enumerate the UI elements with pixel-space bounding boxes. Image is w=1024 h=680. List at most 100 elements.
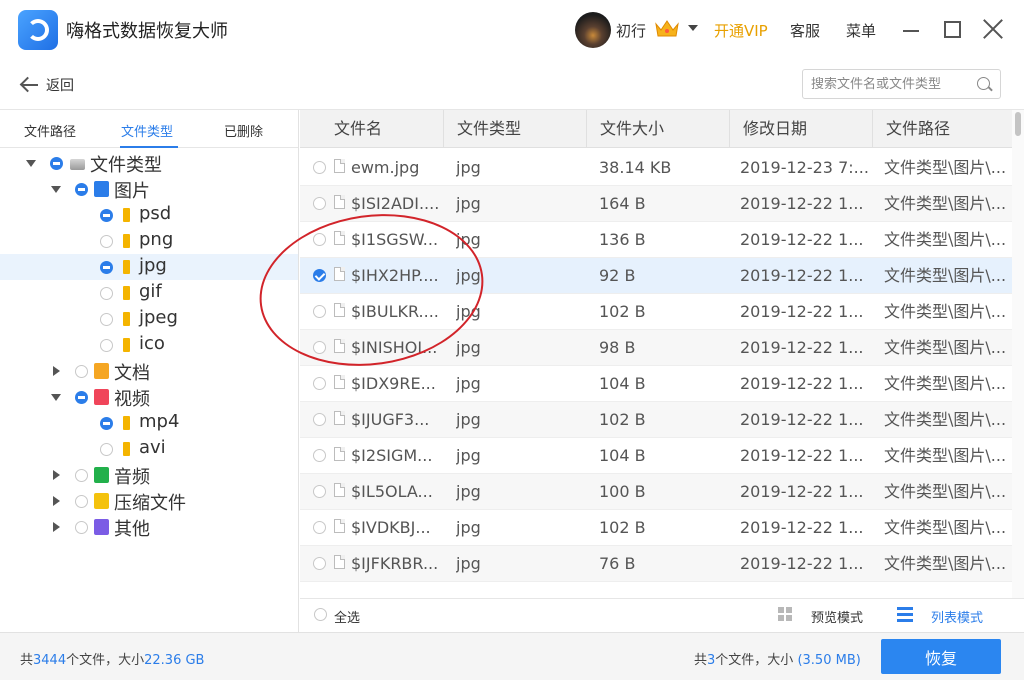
- maximize-icon[interactable]: [944, 21, 961, 38]
- row-checkbox[interactable]: [313, 233, 326, 246]
- tree-item[interactable]: 其他: [0, 514, 298, 540]
- recover-button[interactable]: 恢复: [881, 639, 1001, 674]
- tree-checkbox[interactable]: [75, 469, 88, 482]
- expand-right-icon[interactable]: [53, 522, 60, 532]
- select-all-radio[interactable]: [314, 608, 327, 621]
- tree-checkbox[interactable]: [100, 261, 113, 274]
- table-row[interactable]: $IBULKR.... jpg 102 B 2019-12-22 1... 文件类型\图…: [300, 294, 1012, 330]
- cell-name: $I1SGSW...: [351, 230, 439, 249]
- back-button[interactable]: 返回: [20, 74, 74, 96]
- tree-item[interactable]: gif: [0, 280, 298, 306]
- row-checkbox[interactable]: [313, 269, 326, 282]
- menu-link[interactable]: 菜单: [846, 20, 876, 41]
- tree-checkbox[interactable]: [100, 417, 113, 430]
- table-row[interactable]: ewm.jpg jpg 38.14 KB 2019-12-23 7:... 文件类型\图…: [300, 150, 1012, 186]
- preview-mode-button[interactable]: 预览模式: [811, 607, 863, 626]
- row-checkbox[interactable]: [313, 161, 326, 174]
- cell-path: 文件类型\图片\...: [884, 158, 1007, 177]
- expand-down-icon[interactable]: [51, 186, 61, 193]
- select-all-label[interactable]: 全选: [334, 607, 360, 626]
- tree-checkbox[interactable]: [50, 157, 63, 170]
- search-box[interactable]: [802, 69, 1001, 99]
- column-header-type[interactable]: 文件类型: [443, 110, 586, 148]
- expand-right-icon[interactable]: [53, 366, 60, 376]
- table-row[interactable]: $IHX2HP.... jpg 92 B 2019-12-22 1... 文件类型\图片…: [300, 258, 1012, 294]
- list-mode-button[interactable]: 列表模式: [931, 607, 983, 626]
- row-checkbox[interactable]: [313, 377, 326, 390]
- column-header-date[interactable]: 修改日期: [729, 110, 872, 148]
- tree-item[interactable]: psd: [0, 202, 298, 228]
- cell-size: 104 B: [599, 446, 646, 465]
- archive-icon: [94, 493, 109, 509]
- tree-item[interactable]: ico: [0, 332, 298, 358]
- tree-item[interactable]: mp4: [0, 410, 298, 436]
- tree-checkbox[interactable]: [100, 443, 113, 456]
- scrollbar-thumb[interactable]: [1015, 112, 1021, 136]
- tree-checkbox[interactable]: [75, 183, 88, 196]
- tree-checkbox[interactable]: [100, 235, 113, 248]
- table-row[interactable]: $I2SIGM... jpg 104 B 2019-12-22 1... 文件类型\图片…: [300, 438, 1012, 474]
- tree-item[interactable]: png: [0, 228, 298, 254]
- tree-item[interactable]: avi: [0, 436, 298, 462]
- row-checkbox[interactable]: [313, 413, 326, 426]
- table-row[interactable]: $I1SGSW... jpg 136 B 2019-12-22 1... 文件类型\图片…: [300, 222, 1012, 258]
- cell-date: 2019-12-22 1...: [740, 266, 864, 285]
- row-checkbox[interactable]: [313, 197, 326, 210]
- tree-item[interactable]: 文件类型: [0, 150, 298, 176]
- tree-checkbox[interactable]: [75, 521, 88, 534]
- tree-item[interactable]: 文档: [0, 358, 298, 384]
- table-row[interactable]: $IL5OLA... jpg 100 B 2019-12-22 1... 文件类型\图片…: [300, 474, 1012, 510]
- file-icon: [334, 267, 345, 281]
- search-icon[interactable]: [977, 77, 990, 90]
- file-icon: [334, 375, 345, 389]
- tab-file-type[interactable]: 文件类型: [121, 121, 173, 140]
- table-row[interactable]: $IJUGF3... jpg 102 B 2019-12-22 1... 文件类型\图片…: [300, 402, 1012, 438]
- row-checkbox[interactable]: [313, 449, 326, 462]
- row-checkbox[interactable]: [313, 485, 326, 498]
- grid-view-icon[interactable]: [778, 607, 793, 622]
- close-icon[interactable]: [982, 18, 1004, 40]
- tree-checkbox[interactable]: [100, 313, 113, 326]
- column-header-name[interactable]: 文件名: [300, 110, 443, 148]
- tree-checkbox[interactable]: [100, 209, 113, 222]
- minimize-icon[interactable]: [903, 30, 919, 32]
- tree-checkbox[interactable]: [75, 495, 88, 508]
- row-checkbox[interactable]: [313, 557, 326, 570]
- tree-checkbox[interactable]: [75, 391, 88, 404]
- nav-bar: 返回: [0, 60, 1024, 110]
- tree-item[interactable]: 音频: [0, 462, 298, 488]
- tree-item[interactable]: 图片: [0, 176, 298, 202]
- tree-item[interactable]: jpeg: [0, 306, 298, 332]
- tree-item[interactable]: jpg: [0, 254, 298, 280]
- tree-item[interactable]: 视频: [0, 384, 298, 410]
- username[interactable]: 初行: [616, 20, 646, 41]
- table-row[interactable]: $IDX9RE... jpg 104 B 2019-12-22 1... 文件类型\图片…: [300, 366, 1012, 402]
- chevron-down-icon[interactable]: [688, 25, 698, 31]
- service-link[interactable]: 客服: [790, 20, 820, 41]
- tree-checkbox[interactable]: [100, 287, 113, 300]
- table-row[interactable]: $ISI2ADI.... jpg 164 B 2019-12-22 1... 文件类型\…: [300, 186, 1012, 222]
- expand-right-icon[interactable]: [53, 470, 60, 480]
- row-checkbox[interactable]: [313, 305, 326, 318]
- search-input[interactable]: [811, 76, 979, 92]
- user-avatar[interactable]: [575, 12, 611, 48]
- tree-checkbox[interactable]: [100, 339, 113, 352]
- row-checkbox[interactable]: [313, 341, 326, 354]
- list-view-icon[interactable]: [897, 607, 913, 622]
- expand-right-icon[interactable]: [53, 496, 60, 506]
- table-row[interactable]: $IVDKBJ... jpg 102 B 2019-12-22 1... 文件类型\图片…: [300, 510, 1012, 546]
- table-row[interactable]: $INISHOI... jpg 98 B 2019-12-22 1... 文件类型\图片…: [300, 330, 1012, 366]
- expand-down-icon[interactable]: [26, 160, 36, 167]
- vip-link[interactable]: 开通VIP: [714, 20, 768, 41]
- expand-down-icon[interactable]: [51, 394, 61, 401]
- tab-deleted[interactable]: 已删除: [224, 121, 263, 140]
- column-header-path[interactable]: 文件路径: [872, 110, 1012, 148]
- row-checkbox[interactable]: [313, 521, 326, 534]
- table-row[interactable]: $IJFKRBR... jpg 76 B 2019-12-22 1... 文件类型\图片…: [300, 546, 1012, 582]
- tree-checkbox[interactable]: [75, 365, 88, 378]
- vertical-scrollbar[interactable]: [1012, 110, 1024, 598]
- tree-item[interactable]: 压缩文件: [0, 488, 298, 514]
- column-header-size[interactable]: 文件大小: [586, 110, 729, 148]
- cell-date: 2019-12-22 1...: [740, 194, 864, 213]
- tab-file-path[interactable]: 文件路径: [24, 121, 76, 140]
